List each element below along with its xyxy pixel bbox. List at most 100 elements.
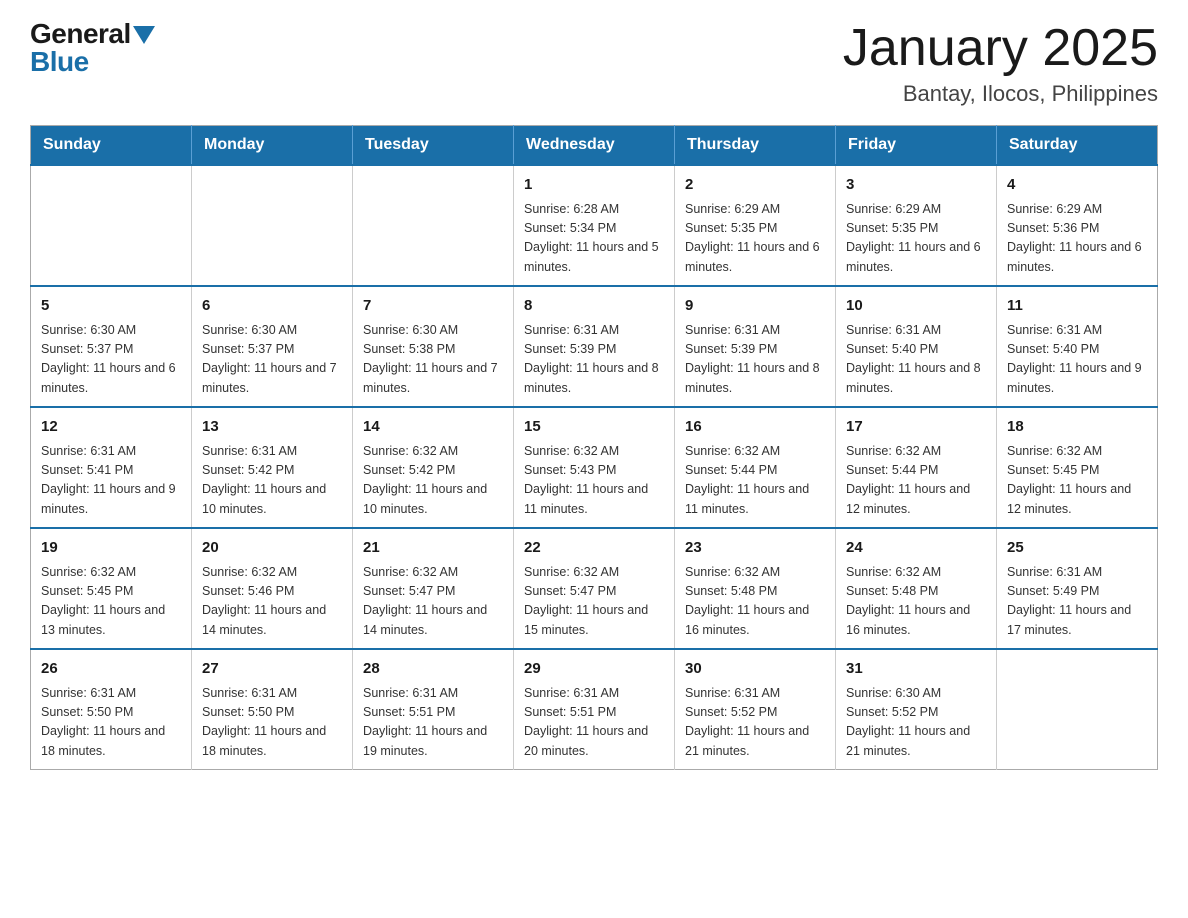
day-number: 10	[846, 295, 986, 318]
day-info: Sunrise: 6:31 AM Sunset: 5:42 PM Dayligh…	[202, 444, 326, 516]
logo-general-text: General	[30, 20, 131, 48]
calendar-header-thursday: Thursday	[675, 126, 836, 166]
day-number: 2	[685, 174, 825, 197]
calendar-table: SundayMondayTuesdayWednesdayThursdayFrid…	[30, 125, 1158, 770]
day-info: Sunrise: 6:32 AM Sunset: 5:44 PM Dayligh…	[685, 444, 809, 516]
calendar-week-row: 19 Sunrise: 6:32 AM Sunset: 5:45 PM Dayli…	[31, 528, 1158, 649]
day-info: Sunrise: 6:31 AM Sunset: 5:49 PM Dayligh…	[1007, 565, 1131, 637]
day-info: Sunrise: 6:32 AM Sunset: 5:47 PM Dayligh…	[363, 565, 487, 637]
day-number: 22	[524, 537, 664, 560]
day-number: 23	[685, 537, 825, 560]
day-info: Sunrise: 6:32 AM Sunset: 5:45 PM Dayligh…	[41, 565, 165, 637]
day-info: Sunrise: 6:28 AM Sunset: 5:34 PM Dayligh…	[524, 202, 659, 274]
calendar-empty-cell	[997, 649, 1158, 770]
day-info: Sunrise: 6:29 AM Sunset: 5:35 PM Dayligh…	[685, 202, 820, 274]
day-number: 14	[363, 416, 503, 439]
day-info: Sunrise: 6:31 AM Sunset: 5:39 PM Dayligh…	[685, 323, 820, 395]
calendar-day-13: 13 Sunrise: 6:31 AM Sunset: 5:42 PM Dayli…	[192, 407, 353, 528]
calendar-day-16: 16Sunrise: 6:32 AM Sunset: 5:44 PM Dayli…	[675, 407, 836, 528]
calendar-day-9: 9 Sunrise: 6:31 AM Sunset: 5:39 PM Daylig…	[675, 286, 836, 407]
day-info: Sunrise: 6:31 AM Sunset: 5:51 PM Dayligh…	[524, 686, 648, 758]
calendar-day-3: 3 Sunrise: 6:29 AM Sunset: 5:35 PM Daylig…	[836, 165, 997, 286]
day-number: 31	[846, 658, 986, 681]
day-number: 6	[202, 295, 342, 318]
calendar-day-21: 21 Sunrise: 6:32 AM Sunset: 5:47 PM Dayli…	[353, 528, 514, 649]
day-number: 13	[202, 416, 342, 439]
day-number: 28	[363, 658, 503, 681]
calendar-day-17: 17 Sunrise: 6:32 AM Sunset: 5:44 PM Dayli…	[836, 407, 997, 528]
calendar-day-12: 12 Sunrise: 6:31 AM Sunset: 5:41 PM Dayli…	[31, 407, 192, 528]
calendar-week-row: 1 Sunrise: 6:28 AM Sunset: 5:34 PM Daylig…	[31, 165, 1158, 286]
logo: General Blue	[30, 20, 155, 76]
day-number: 15	[524, 416, 664, 439]
calendar-day-29: 29 Sunrise: 6:31 AM Sunset: 5:51 PM Dayli…	[514, 649, 675, 770]
day-info: Sunrise: 6:31 AM Sunset: 5:40 PM Dayligh…	[846, 323, 981, 395]
calendar-header-sunday: Sunday	[31, 126, 192, 166]
calendar-day-24: 24Sunrise: 6:32 AM Sunset: 5:48 PM Dayli…	[836, 528, 997, 649]
day-number: 21	[363, 537, 503, 560]
calendar-day-18: 18 Sunrise: 6:32 AM Sunset: 5:45 PM Dayli…	[997, 407, 1158, 528]
day-info: Sunrise: 6:30 AM Sunset: 5:52 PM Dayligh…	[846, 686, 970, 758]
day-number: 24	[846, 537, 986, 560]
day-info: Sunrise: 6:32 AM Sunset: 5:46 PM Dayligh…	[202, 565, 326, 637]
logo-triangle-icon	[133, 26, 155, 44]
day-number: 9	[685, 295, 825, 318]
day-info: Sunrise: 6:32 AM Sunset: 5:45 PM Dayligh…	[1007, 444, 1131, 516]
day-number: 5	[41, 295, 181, 318]
day-number: 12	[41, 416, 181, 439]
day-info: Sunrise: 6:32 AM Sunset: 5:43 PM Dayligh…	[524, 444, 648, 516]
calendar-day-11: 11Sunrise: 6:31 AM Sunset: 5:40 PM Dayli…	[997, 286, 1158, 407]
calendar-week-row: 26 Sunrise: 6:31 AM Sunset: 5:50 PM Dayli…	[31, 649, 1158, 770]
calendar-header-row: SundayMondayTuesdayWednesdayThursdayFrid…	[31, 126, 1158, 166]
title-block: January 2025 Bantay, Ilocos, Philippines	[843, 20, 1158, 107]
calendar-empty-cell	[192, 165, 353, 286]
day-info: Sunrise: 6:32 AM Sunset: 5:42 PM Dayligh…	[363, 444, 487, 516]
calendar-day-10: 10 Sunrise: 6:31 AM Sunset: 5:40 PM Dayli…	[836, 286, 997, 407]
day-info: Sunrise: 6:30 AM Sunset: 5:37 PM Dayligh…	[41, 323, 176, 395]
calendar-day-15: 15 Sunrise: 6:32 AM Sunset: 5:43 PM Dayli…	[514, 407, 675, 528]
day-info: Sunrise: 6:32 AM Sunset: 5:44 PM Dayligh…	[846, 444, 970, 516]
day-number: 25	[1007, 537, 1147, 560]
day-info: Sunrise: 6:31 AM Sunset: 5:50 PM Dayligh…	[41, 686, 165, 758]
calendar-day-26: 26 Sunrise: 6:31 AM Sunset: 5:50 PM Dayli…	[31, 649, 192, 770]
calendar-day-7: 7Sunrise: 6:30 AM Sunset: 5:38 PM Daylig…	[353, 286, 514, 407]
calendar-header-saturday: Saturday	[997, 126, 1158, 166]
calendar-day-2: 2 Sunrise: 6:29 AM Sunset: 5:35 PM Daylig…	[675, 165, 836, 286]
calendar-empty-cell	[353, 165, 514, 286]
day-info: Sunrise: 6:31 AM Sunset: 5:51 PM Dayligh…	[363, 686, 487, 758]
calendar-day-22: 22Sunrise: 6:32 AM Sunset: 5:47 PM Dayli…	[514, 528, 675, 649]
calendar-day-20: 20 Sunrise: 6:32 AM Sunset: 5:46 PM Dayli…	[192, 528, 353, 649]
day-number: 3	[846, 174, 986, 197]
day-number: 4	[1007, 174, 1147, 197]
day-info: Sunrise: 6:31 AM Sunset: 5:50 PM Dayligh…	[202, 686, 326, 758]
calendar-empty-cell	[31, 165, 192, 286]
page-subtitle: Bantay, Ilocos, Philippines	[843, 81, 1158, 107]
calendar-day-1: 1 Sunrise: 6:28 AM Sunset: 5:34 PM Daylig…	[514, 165, 675, 286]
calendar-day-31: 31 Sunrise: 6:30 AM Sunset: 5:52 PM Dayli…	[836, 649, 997, 770]
calendar-day-23: 23Sunrise: 6:32 AM Sunset: 5:48 PM Dayli…	[675, 528, 836, 649]
page-header: General Blue January 2025 Bantay, Ilocos…	[30, 20, 1158, 107]
calendar-header-monday: Monday	[192, 126, 353, 166]
day-number: 1	[524, 174, 664, 197]
page-title: January 2025	[843, 20, 1158, 77]
day-number: 18	[1007, 416, 1147, 439]
day-info: Sunrise: 6:30 AM Sunset: 5:38 PM Dayligh…	[363, 323, 498, 395]
day-info: Sunrise: 6:29 AM Sunset: 5:36 PM Dayligh…	[1007, 202, 1142, 274]
day-number: 20	[202, 537, 342, 560]
day-number: 29	[524, 658, 664, 681]
day-number: 26	[41, 658, 181, 681]
calendar-day-6: 6Sunrise: 6:30 AM Sunset: 5:37 PM Daylig…	[192, 286, 353, 407]
calendar-header-tuesday: Tuesday	[353, 126, 514, 166]
day-info: Sunrise: 6:31 AM Sunset: 5:40 PM Dayligh…	[1007, 323, 1142, 395]
day-info: Sunrise: 6:31 AM Sunset: 5:41 PM Dayligh…	[41, 444, 176, 516]
day-info: Sunrise: 6:29 AM Sunset: 5:35 PM Dayligh…	[846, 202, 981, 274]
day-number: 17	[846, 416, 986, 439]
calendar-day-27: 27 Sunrise: 6:31 AM Sunset: 5:50 PM Dayli…	[192, 649, 353, 770]
day-number: 8	[524, 295, 664, 318]
day-number: 27	[202, 658, 342, 681]
calendar-day-25: 25 Sunrise: 6:31 AM Sunset: 5:49 PM Dayli…	[997, 528, 1158, 649]
calendar-header-friday: Friday	[836, 126, 997, 166]
calendar-week-row: 12 Sunrise: 6:31 AM Sunset: 5:41 PM Dayli…	[31, 407, 1158, 528]
day-info: Sunrise: 6:31 AM Sunset: 5:39 PM Dayligh…	[524, 323, 659, 395]
day-number: 19	[41, 537, 181, 560]
